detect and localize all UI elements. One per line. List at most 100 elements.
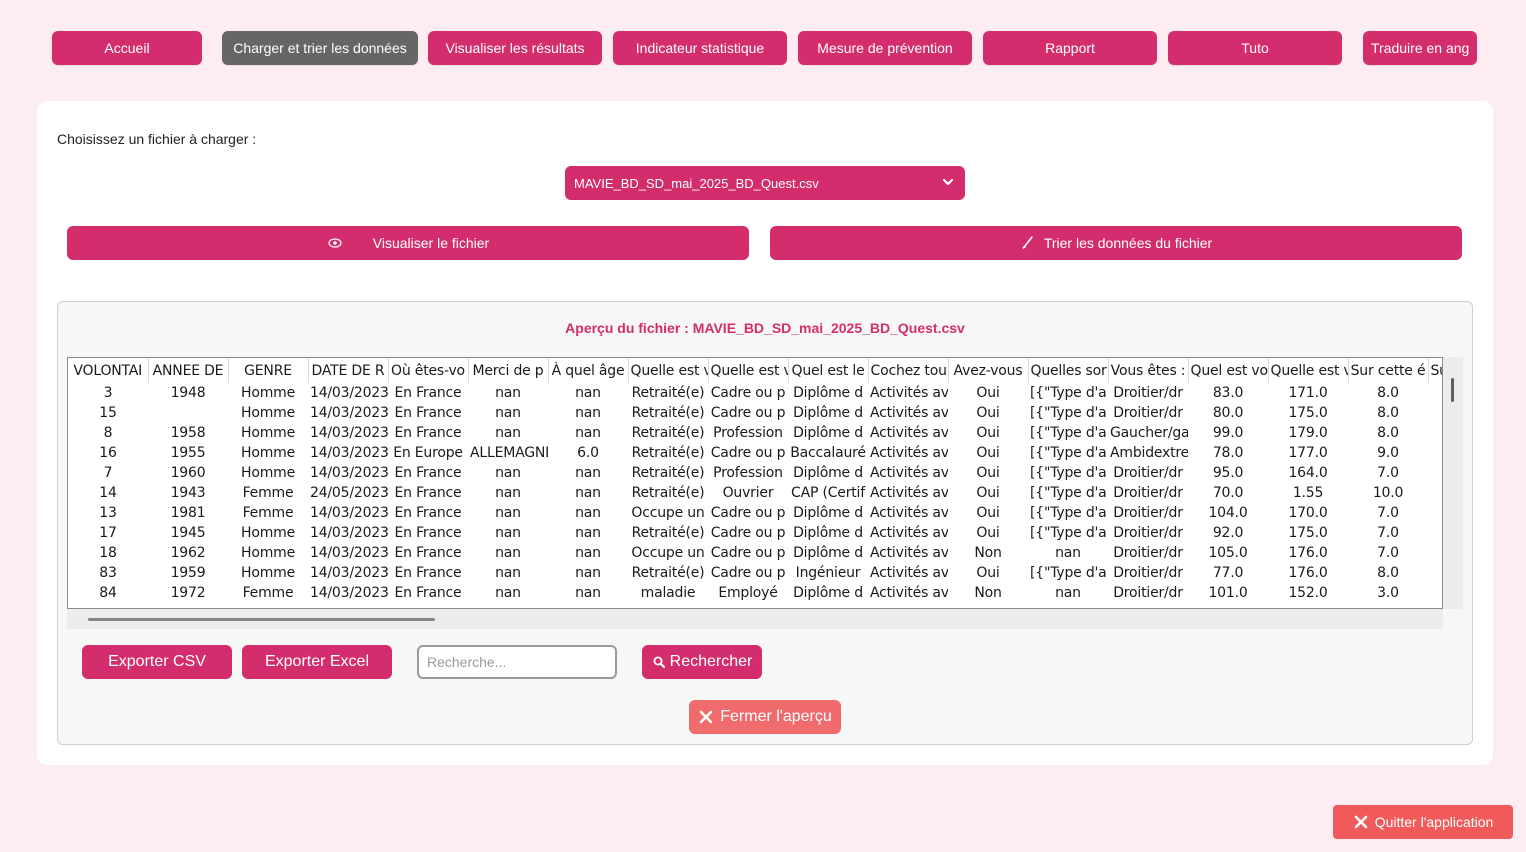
- table-cell: Retraité(e): [631, 385, 705, 401]
- column-header[interactable]: Sur cette é: [1348, 358, 1429, 383]
- nav-accueil-button[interactable]: Accueil: [52, 31, 202, 65]
- table-cell: [1428, 503, 1442, 523]
- table-cell: Droitier/dr: [1113, 525, 1183, 541]
- column-header[interactable]: Cochez tou: [868, 358, 949, 383]
- table-row[interactable]: 83 1959 Homme 14/03/2023 En France nan nan Retr…: [68, 563, 1442, 583]
- table-cell: Activités av: [870, 525, 948, 541]
- quit-application-button[interactable]: Quitter l'application: [1333, 805, 1513, 839]
- export-csv-button[interactable]: Exporter CSV: [82, 645, 232, 679]
- table-cell: Diplôme d: [793, 465, 863, 481]
- search-button[interactable]: Rechercher: [642, 645, 762, 679]
- table-cell: 77.0: [1212, 565, 1244, 581]
- table-cell: Femme: [242, 585, 294, 601]
- sort-data-button[interactable]: Trier les données du fichier: [770, 226, 1462, 260]
- table-row[interactable]: 18 1962 Homme 14/03/2023 En France nan nan Occu…: [68, 543, 1442, 563]
- table-cell: 7.0: [1377, 545, 1399, 561]
- column-header[interactable]: Quelle est v: [708, 358, 789, 383]
- table-cell: En France: [394, 585, 462, 601]
- table-cell: 1945: [170, 525, 206, 541]
- close-preview-label: Fermer l'aperçu: [720, 708, 832, 725]
- table-cell: Retraité(e): [631, 445, 705, 461]
- nav-charger-button[interactable]: Charger et trier les données: [222, 31, 418, 65]
- table-row[interactable]: 17 1945 Homme 14/03/2023 En France nan nan Retr…: [68, 523, 1442, 543]
- table-cell: 7.0: [1377, 505, 1399, 521]
- table-cell: nan: [495, 585, 521, 601]
- search-input[interactable]: [417, 645, 617, 679]
- table-cell: nan: [1055, 545, 1081, 561]
- vertical-scrollbar-thumb[interactable]: [1451, 378, 1454, 402]
- nav-visualiser-button[interactable]: Visualiser les résultats: [428, 31, 602, 65]
- table-row[interactable]: 14 1943 Femme 24/05/2023 En France nan nan Retr…: [68, 483, 1442, 503]
- horizontal-scrollbar-thumb[interactable]: [88, 618, 435, 621]
- view-file-label: Visualiser le fichier: [372, 235, 490, 251]
- table-cell: Diplôme d: [793, 505, 863, 521]
- view-file-button[interactable]: Visualiser le fichier: [67, 226, 749, 260]
- table-cell: [{"Type d'a: [1030, 385, 1107, 401]
- horizontal-scrollbar[interactable]: [67, 609, 1443, 629]
- nav-traduire-button[interactable]: Traduire en ang: [1363, 31, 1477, 65]
- column-header[interactable]: Merci de p: [468, 358, 549, 383]
- table-cell: Oui: [976, 505, 1000, 521]
- table-row[interactable]: 8 1958 Homme 14/03/2023 En France nan nan Retra…: [68, 423, 1442, 443]
- table-cell: En France: [394, 465, 462, 481]
- table-cell: Retraité(e): [631, 405, 705, 421]
- column-header[interactable]: DATE DE R: [308, 358, 389, 383]
- data-table-frame[interactable]: VOLONTAI ANNEE DE GENRE DATE DE R Où êtes-vo…: [67, 357, 1443, 609]
- table-cell: Employé: [718, 585, 778, 601]
- table-cell: Activités av: [870, 505, 948, 521]
- file-select-dropdown[interactable]: MAVIE_BD_SD_mai_2025_BD_Quest.csv: [565, 166, 965, 200]
- table-cell: 105.0: [1208, 545, 1248, 561]
- table-cell: 83: [99, 565, 117, 581]
- close-preview-button[interactable]: Fermer l'aperçu: [689, 700, 841, 734]
- table-cell: En France: [394, 385, 462, 401]
- nav-tuto-button[interactable]: Tuto: [1168, 31, 1342, 65]
- table-cell: 14/03/2023: [310, 425, 388, 441]
- table-row[interactable]: 7 1960 Homme 14/03/2023 En France nan nan Retra…: [68, 463, 1442, 483]
- vertical-scrollbar[interactable]: [1443, 357, 1463, 609]
- table-cell: Droitier/dr: [1113, 485, 1183, 501]
- column-header[interactable]: Su: [1428, 358, 1442, 383]
- nav-indicateur-button[interactable]: Indicateur statistique: [613, 31, 787, 65]
- column-header[interactable]: Quel est le: [788, 358, 869, 383]
- table-row[interactable]: 13 1981 Femme 14/03/2023 En France nan nan Occu…: [68, 503, 1442, 523]
- column-header[interactable]: GENRE: [228, 358, 309, 383]
- table-cell: [{"Type d'a: [1030, 445, 1107, 461]
- table-cell: nan: [495, 465, 521, 481]
- table-cell: 9.0: [1377, 445, 1399, 461]
- table-cell: Droitier/dr: [1113, 545, 1183, 561]
- table-row[interactable]: 3 1948 Homme 14/03/2023 En France nan nan Retra…: [68, 383, 1442, 403]
- table-cell: Droitier/dr: [1113, 565, 1183, 581]
- table-cell: Activités av: [870, 405, 948, 421]
- table-cell: Retraité(e): [631, 425, 705, 441]
- column-header[interactable]: Quelles sor: [1028, 358, 1109, 383]
- column-header[interactable]: ANNEE DE: [148, 358, 229, 383]
- column-header[interactable]: Avez-vous: [948, 358, 1029, 383]
- table-cell: nan: [575, 585, 601, 601]
- column-header[interactable]: Où êtes-vo: [388, 358, 469, 383]
- table-cell: Non: [974, 585, 1002, 601]
- table-cell: [{"Type d'a: [1030, 485, 1107, 501]
- nav-mesure-button[interactable]: Mesure de prévention: [798, 31, 972, 65]
- table-row[interactable]: 16 1955 Homme 14/03/2023 En Europe ALLEMAGNE 6…: [68, 443, 1442, 463]
- table-cell: ALLEMAGNE: [470, 445, 548, 461]
- column-header[interactable]: Quel est vo: [1188, 358, 1269, 383]
- table-cell: 164.0: [1288, 465, 1328, 481]
- brush-icon: [1020, 235, 1036, 251]
- export-excel-button[interactable]: Exporter Excel: [242, 645, 392, 679]
- table-cell: Cadre ou p: [710, 405, 786, 421]
- table-cell: 1948: [170, 385, 206, 401]
- column-header[interactable]: Quelle est v: [628, 358, 709, 383]
- nav-rapport-button[interactable]: Rapport: [983, 31, 1157, 65]
- table-cell: 8.0: [1377, 565, 1399, 581]
- table-cell: Diplôme d: [793, 525, 863, 541]
- column-header[interactable]: VOLONTAI: [68, 358, 149, 383]
- table-cell: [1428, 523, 1442, 543]
- column-header[interactable]: À quel âge: [548, 358, 629, 383]
- column-header[interactable]: Quelle est v: [1268, 358, 1349, 383]
- column-header[interactable]: Vous êtes :: [1108, 358, 1189, 383]
- table-cell: Droitier/dr: [1113, 505, 1183, 521]
- table-cell: [1428, 403, 1442, 423]
- table-row[interactable]: 84 1972 Femme 14/03/2023 En France nan nan mala…: [68, 583, 1442, 603]
- table-row[interactable]: 15 Homme 14/03/2023 En France nan nan Retraité…: [68, 403, 1442, 423]
- table-cell: Cadre ou p: [710, 505, 786, 521]
